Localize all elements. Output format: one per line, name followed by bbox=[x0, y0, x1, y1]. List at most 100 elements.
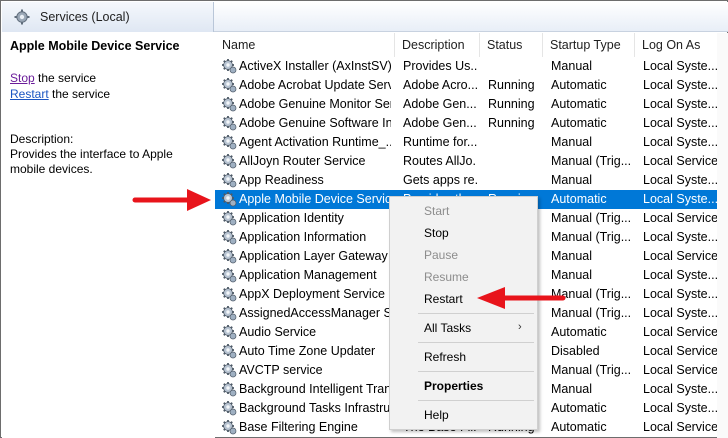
service-name-cell: Application Layer Gateway ... bbox=[239, 249, 391, 263]
menu-item-refresh[interactable]: Refresh bbox=[424, 350, 466, 364]
gear-icon bbox=[222, 382, 237, 397]
gear-icon bbox=[222, 325, 237, 340]
column-header-status[interactable]: Status bbox=[480, 33, 543, 57]
selected-service-name: Apple Mobile Device Service bbox=[10, 39, 180, 53]
service-log-on-as-cell: Local Syste... bbox=[643, 135, 719, 149]
service-name-cell: Adobe Genuine Monitor Ser... bbox=[239, 97, 391, 111]
table-row[interactable]: App Readiness Gets apps re... Manual Local … bbox=[215, 171, 728, 190]
gear-icon bbox=[222, 78, 237, 93]
service-log-on-as-cell: Local Syste... bbox=[643, 382, 719, 396]
menu-item-stop[interactable]: Stop bbox=[424, 226, 449, 240]
menu-item-resume[interactable]: Resume bbox=[424, 270, 469, 284]
column-header-description[interactable]: Description bbox=[395, 33, 480, 57]
menu-item-properties[interactable]: Properties bbox=[424, 379, 483, 393]
service-status-cell: Running bbox=[488, 78, 535, 92]
service-name-cell: Apple Mobile Device Service bbox=[239, 192, 391, 206]
service-name-cell: ActiveX Installer (AxInstSV) bbox=[239, 59, 391, 73]
service-name-cell: Base Filtering Engine bbox=[239, 420, 358, 434]
menu-separator bbox=[418, 400, 534, 401]
service-name-cell: AVCTP service bbox=[239, 363, 323, 377]
stop-service-link[interactable]: Stop bbox=[10, 71, 35, 85]
service-description-cell: Adobe Gen... bbox=[403, 116, 477, 130]
service-description-cell: Routes AllJo... bbox=[403, 154, 477, 168]
table-row[interactable]: Adobe Genuine Software In... Adobe Gen...… bbox=[215, 114, 728, 133]
menu-separator bbox=[418, 313, 534, 314]
service-name-cell: Adobe Acrobat Update Serv... bbox=[239, 78, 391, 92]
column-header-log-on-as[interactable]: Log On As bbox=[635, 33, 728, 57]
service-log-on-as-cell: Local Syste... bbox=[643, 192, 719, 206]
red-arrow-icon bbox=[477, 287, 566, 309]
service-log-on-as-cell: Local Syste... bbox=[643, 268, 719, 282]
restart-action-suffix: the service bbox=[48, 87, 111, 101]
service-startup-type-cell: Manual bbox=[551, 135, 592, 149]
chevron-right-icon: › bbox=[518, 321, 522, 333]
service-startup-type-cell: Disabled bbox=[551, 344, 600, 358]
stop-action-suffix: the service bbox=[34, 71, 97, 85]
service-description-cell: Provides Us... bbox=[403, 59, 477, 73]
service-startup-type-cell: Automatic bbox=[551, 116, 607, 130]
menu-item-pause[interactable]: Pause bbox=[424, 248, 458, 262]
column-header-startup-type[interactable]: Startup Type bbox=[543, 33, 635, 57]
service-startup-type-cell: Automatic bbox=[551, 192, 607, 206]
service-startup-type-cell: Automatic bbox=[551, 78, 607, 92]
service-name-cell: Application Management bbox=[239, 268, 377, 282]
service-log-on-as-cell: Local Syste... bbox=[643, 173, 719, 187]
menu-item-help[interactable]: Help bbox=[424, 408, 449, 422]
menu-item-start[interactable]: Start bbox=[424, 204, 449, 218]
service-name-cell: AllJoyn Router Service bbox=[239, 154, 366, 168]
service-startup-type-cell: Manual (Trig... bbox=[551, 211, 632, 225]
description-label: Description: bbox=[10, 132, 74, 146]
gear-icon bbox=[222, 154, 237, 169]
restart-service-link[interactable]: Restart bbox=[10, 87, 49, 101]
window-tab[interactable]: Services (Local) bbox=[2, 2, 214, 32]
service-log-on-as-cell: Local Service bbox=[643, 344, 719, 358]
gear-icon bbox=[222, 268, 237, 283]
menu-item-restart[interactable]: Restart bbox=[424, 292, 463, 306]
description-text: Provides the interface to Apple mobile d… bbox=[10, 147, 173, 176]
service-startup-type-cell: Automatic bbox=[551, 97, 607, 111]
gear-icon bbox=[222, 249, 237, 264]
column-header-row: Name Description Status Startup Type Log… bbox=[215, 33, 728, 57]
table-row[interactable]: ActiveX Installer (AxInstSV) Provides Us.… bbox=[215, 57, 728, 76]
service-startup-type-cell: Automatic bbox=[551, 325, 607, 339]
service-log-on-as-cell: Local Syste... bbox=[643, 230, 719, 244]
service-description-cell: Adobe Gen... bbox=[403, 97, 477, 111]
gear-icon bbox=[222, 97, 237, 112]
menu-item-all-tasks[interactable]: All Tasks bbox=[424, 321, 471, 335]
service-log-on-as-cell: Local Service bbox=[643, 211, 719, 225]
service-log-on-as-cell: Local Service bbox=[643, 325, 719, 339]
vertical-scrollbar[interactable] bbox=[717, 33, 728, 438]
service-log-on-as-cell: Local Syste... bbox=[643, 59, 719, 73]
service-startup-type-cell: Manual bbox=[551, 249, 592, 263]
gear-icon bbox=[222, 401, 237, 416]
service-name-cell: AppX Deployment Service (... bbox=[239, 287, 391, 301]
service-log-on-as-cell: Local Syste... bbox=[643, 116, 719, 130]
service-status-cell: Running bbox=[488, 116, 535, 130]
table-row[interactable]: Agent Activation Runtime_... Runtime for.… bbox=[215, 133, 728, 152]
service-startup-type-cell: Manual (Trig... bbox=[551, 363, 632, 377]
table-row[interactable]: Adobe Genuine Monitor Ser... Adobe Gen...… bbox=[215, 95, 728, 114]
gear-icon bbox=[222, 344, 237, 359]
service-log-on-as-cell: Local Syste... bbox=[643, 287, 719, 301]
gear-icon bbox=[222, 173, 237, 188]
service-log-on-as-cell: Local Syste... bbox=[643, 401, 719, 415]
gear-icon bbox=[222, 192, 237, 207]
service-name-cell: Background Tasks Infrastruc... bbox=[239, 401, 391, 415]
window-title: Services (Local) bbox=[40, 10, 130, 24]
table-row[interactable]: Adobe Acrobat Update Serv... Adobe Acro..… bbox=[215, 76, 728, 95]
column-header-name[interactable]: Name bbox=[215, 33, 395, 57]
gear-icon bbox=[222, 287, 237, 302]
service-log-on-as-cell: Local Service bbox=[643, 249, 719, 263]
gear-icon bbox=[222, 116, 237, 131]
service-name-cell: Background Intelligent Tran... bbox=[239, 382, 391, 396]
service-log-on-as-cell: Local Syste... bbox=[643, 97, 719, 111]
service-startup-type-cell: Manual bbox=[551, 382, 592, 396]
service-description-cell: Gets apps re... bbox=[403, 173, 477, 187]
service-log-on-as-cell: Local Syste... bbox=[643, 78, 719, 92]
gear-icon bbox=[222, 230, 237, 245]
table-row[interactable]: AllJoyn Router Service Routes AllJo... Man… bbox=[215, 152, 728, 171]
service-name-cell: Application Identity bbox=[239, 211, 344, 225]
service-status-cell: Running bbox=[488, 97, 535, 111]
service-log-on-as-cell: Local Service bbox=[643, 154, 719, 168]
context-menu: Start Stop Pause Resume Restart All Task… bbox=[389, 196, 538, 430]
